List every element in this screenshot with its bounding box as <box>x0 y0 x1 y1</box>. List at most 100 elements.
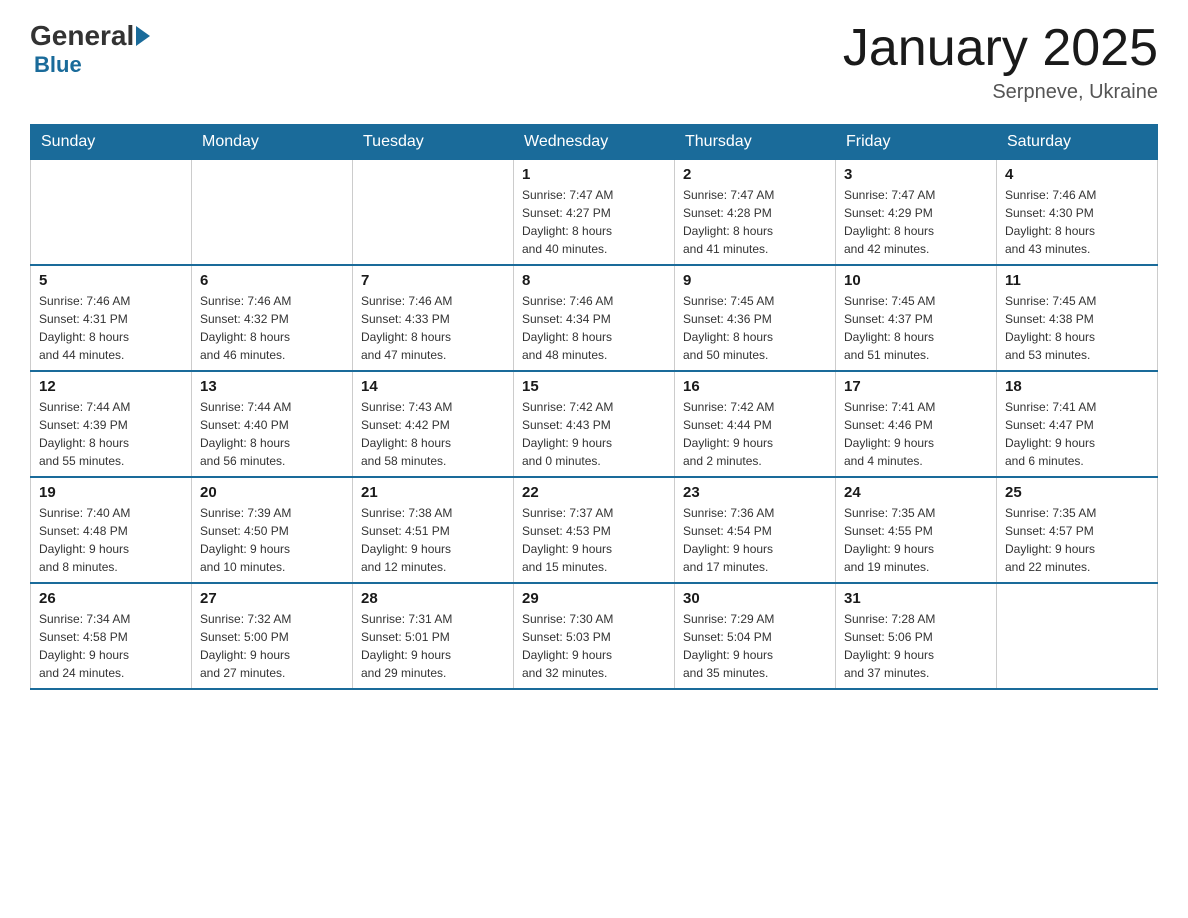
calendar-cell: 24 Sunrise: 7:35 AM Sunset: 4:55 PM Dayli… <box>836 477 997 583</box>
day-number: 14 <box>361 378 505 395</box>
calendar-cell: 14Sunrise: 7:43 AM Sunset: 4:42 PM Dayli… <box>353 371 514 477</box>
day-info: Sunrise: 7:46 AM Sunset: 4:32 PM Dayligh… <box>200 292 344 364</box>
day-number: 27 <box>200 590 344 607</box>
day-number: 7 <box>361 272 505 289</box>
day-number: 19 <box>39 484 183 501</box>
day-info: Sunrise: 7:37 AM Sunset: 4:53 PM Dayligh… <box>522 504 666 576</box>
days-header-row: SundayMondayTuesdayWednesdayThursdayFrid… <box>31 125 1158 160</box>
header-friday: Friday <box>836 125 997 160</box>
calendar-cell <box>997 583 1158 689</box>
calendar-cell <box>353 160 514 266</box>
day-info: Sunrise: 7:38 AM Sunset: 4:51 PM Dayligh… <box>361 504 505 576</box>
day-number: 2 <box>683 166 827 183</box>
day-info: Sunrise: 7:47 AM Sunset: 4:29 PM Dayligh… <box>844 186 988 258</box>
calendar-cell: 28Sunrise: 7:31 AM Sunset: 5:01 PM Dayli… <box>353 583 514 689</box>
day-number: 10 <box>844 272 988 289</box>
calendar-cell: 7 Sunrise: 7:46 AM Sunset: 4:33 PM Daylig… <box>353 265 514 371</box>
day-number: 30 <box>683 590 827 607</box>
day-number: 26 <box>39 590 183 607</box>
calendar-cell: 16 Sunrise: 7:42 AM Sunset: 4:44 PM Dayli… <box>675 371 836 477</box>
day-info: Sunrise: 7:46 AM Sunset: 4:33 PM Dayligh… <box>361 292 505 364</box>
week-row-4: 19 Sunrise: 7:40 AM Sunset: 4:48 PM Dayli… <box>31 477 1158 583</box>
day-info: Sunrise: 7:42 AM Sunset: 4:44 PM Dayligh… <box>683 398 827 470</box>
calendar-cell: 5Sunrise: 7:46 AM Sunset: 4:31 PM Daylig… <box>31 265 192 371</box>
calendar-cell: 26 Sunrise: 7:34 AM Sunset: 4:58 PM Dayli… <box>31 583 192 689</box>
calendar-cell: 13Sunrise: 7:44 AM Sunset: 4:40 PM Dayli… <box>192 371 353 477</box>
week-row-5: 26 Sunrise: 7:34 AM Sunset: 4:58 PM Dayli… <box>31 583 1158 689</box>
day-number: 16 <box>683 378 827 395</box>
day-info: Sunrise: 7:28 AM Sunset: 5:06 PM Dayligh… <box>844 610 988 682</box>
calendar-cell: 20 Sunrise: 7:39 AM Sunset: 4:50 PM Dayli… <box>192 477 353 583</box>
header-tuesday: Tuesday <box>353 125 514 160</box>
calendar-cell: 31 Sunrise: 7:28 AM Sunset: 5:06 PM Dayli… <box>836 583 997 689</box>
week-row-1: 1Sunrise: 7:47 AM Sunset: 4:27 PM Daylig… <box>31 160 1158 266</box>
header-sunday: Sunday <box>31 125 192 160</box>
calendar-cell: 1Sunrise: 7:47 AM Sunset: 4:27 PM Daylig… <box>514 160 675 266</box>
day-number: 21 <box>361 484 505 501</box>
day-number: 17 <box>844 378 988 395</box>
calendar-cell: 18 Sunrise: 7:41 AM Sunset: 4:47 PM Dayli… <box>997 371 1158 477</box>
day-number: 6 <box>200 272 344 289</box>
day-number: 8 <box>522 272 666 289</box>
day-number: 24 <box>844 484 988 501</box>
day-info: Sunrise: 7:45 AM Sunset: 4:38 PM Dayligh… <box>1005 292 1149 364</box>
day-number: 4 <box>1005 166 1149 183</box>
day-number: 12 <box>39 378 183 395</box>
calendar-cell: 6 Sunrise: 7:46 AM Sunset: 4:32 PM Daylig… <box>192 265 353 371</box>
header-thursday: Thursday <box>675 125 836 160</box>
calendar-cell: 17 Sunrise: 7:41 AM Sunset: 4:46 PM Dayli… <box>836 371 997 477</box>
title-area: January 2025 Serpneve, Ukraine <box>843 20 1158 104</box>
header-wednesday: Wednesday <box>514 125 675 160</box>
day-number: 31 <box>844 590 988 607</box>
day-info: Sunrise: 7:39 AM Sunset: 4:50 PM Dayligh… <box>200 504 344 576</box>
calendar-cell: 11 Sunrise: 7:45 AM Sunset: 4:38 PM Dayli… <box>997 265 1158 371</box>
day-info: Sunrise: 7:46 AM Sunset: 4:34 PM Dayligh… <box>522 292 666 364</box>
day-info: Sunrise: 7:29 AM Sunset: 5:04 PM Dayligh… <box>683 610 827 682</box>
day-number: 5 <box>39 272 183 289</box>
day-info: Sunrise: 7:46 AM Sunset: 4:30 PM Dayligh… <box>1005 186 1149 258</box>
day-info: Sunrise: 7:45 AM Sunset: 4:37 PM Dayligh… <box>844 292 988 364</box>
header-monday: Monday <box>192 125 353 160</box>
day-info: Sunrise: 7:47 AM Sunset: 4:28 PM Dayligh… <box>683 186 827 258</box>
logo-arrow-icon <box>136 26 150 46</box>
calendar-cell: 29 Sunrise: 7:30 AM Sunset: 5:03 PM Dayli… <box>514 583 675 689</box>
calendar-table: SundayMondayTuesdayWednesdayThursdayFrid… <box>30 124 1158 690</box>
day-number: 3 <box>844 166 988 183</box>
calendar-cell: 19 Sunrise: 7:40 AM Sunset: 4:48 PM Dayli… <box>31 477 192 583</box>
calendar-cell: 27 Sunrise: 7:32 AM Sunset: 5:00 PM Dayli… <box>192 583 353 689</box>
day-info: Sunrise: 7:44 AM Sunset: 4:39 PM Dayligh… <box>39 398 183 470</box>
calendar-cell: 30 Sunrise: 7:29 AM Sunset: 5:04 PM Dayli… <box>675 583 836 689</box>
day-info: Sunrise: 7:42 AM Sunset: 4:43 PM Dayligh… <box>522 398 666 470</box>
calendar-cell: 12 Sunrise: 7:44 AM Sunset: 4:39 PM Dayli… <box>31 371 192 477</box>
day-info: Sunrise: 7:41 AM Sunset: 4:46 PM Dayligh… <box>844 398 988 470</box>
week-row-3: 12 Sunrise: 7:44 AM Sunset: 4:39 PM Dayli… <box>31 371 1158 477</box>
day-number: 11 <box>1005 272 1149 289</box>
day-number: 22 <box>522 484 666 501</box>
day-info: Sunrise: 7:35 AM Sunset: 4:57 PM Dayligh… <box>1005 504 1149 576</box>
calendar-cell: 25 Sunrise: 7:35 AM Sunset: 4:57 PM Dayli… <box>997 477 1158 583</box>
calendar-cell: 4 Sunrise: 7:46 AM Sunset: 4:30 PM Daylig… <box>997 160 1158 266</box>
calendar-cell: 8 Sunrise: 7:46 AM Sunset: 4:34 PM Daylig… <box>514 265 675 371</box>
logo: General Blue <box>30 20 152 78</box>
day-info: Sunrise: 7:30 AM Sunset: 5:03 PM Dayligh… <box>522 610 666 682</box>
calendar-cell: 21 Sunrise: 7:38 AM Sunset: 4:51 PM Dayli… <box>353 477 514 583</box>
day-info: Sunrise: 7:45 AM Sunset: 4:36 PM Dayligh… <box>683 292 827 364</box>
calendar-cell: 10 Sunrise: 7:45 AM Sunset: 4:37 PM Dayli… <box>836 265 997 371</box>
day-info: Sunrise: 7:40 AM Sunset: 4:48 PM Dayligh… <box>39 504 183 576</box>
day-info: Sunrise: 7:35 AM Sunset: 4:55 PM Dayligh… <box>844 504 988 576</box>
day-info: Sunrise: 7:32 AM Sunset: 5:00 PM Dayligh… <box>200 610 344 682</box>
day-number: 15 <box>522 378 666 395</box>
day-number: 29 <box>522 590 666 607</box>
day-number: 25 <box>1005 484 1149 501</box>
day-info: Sunrise: 7:34 AM Sunset: 4:58 PM Dayligh… <box>39 610 183 682</box>
day-number: 18 <box>1005 378 1149 395</box>
day-number: 20 <box>200 484 344 501</box>
day-number: 13 <box>200 378 344 395</box>
page-header: General Blue January 2025 Serpneve, Ukra… <box>30 20 1158 104</box>
week-row-2: 5Sunrise: 7:46 AM Sunset: 4:31 PM Daylig… <box>31 265 1158 371</box>
day-info: Sunrise: 7:47 AM Sunset: 4:27 PM Dayligh… <box>522 186 666 258</box>
day-number: 28 <box>361 590 505 607</box>
day-info: Sunrise: 7:41 AM Sunset: 4:47 PM Dayligh… <box>1005 398 1149 470</box>
day-number: 23 <box>683 484 827 501</box>
calendar-cell <box>192 160 353 266</box>
